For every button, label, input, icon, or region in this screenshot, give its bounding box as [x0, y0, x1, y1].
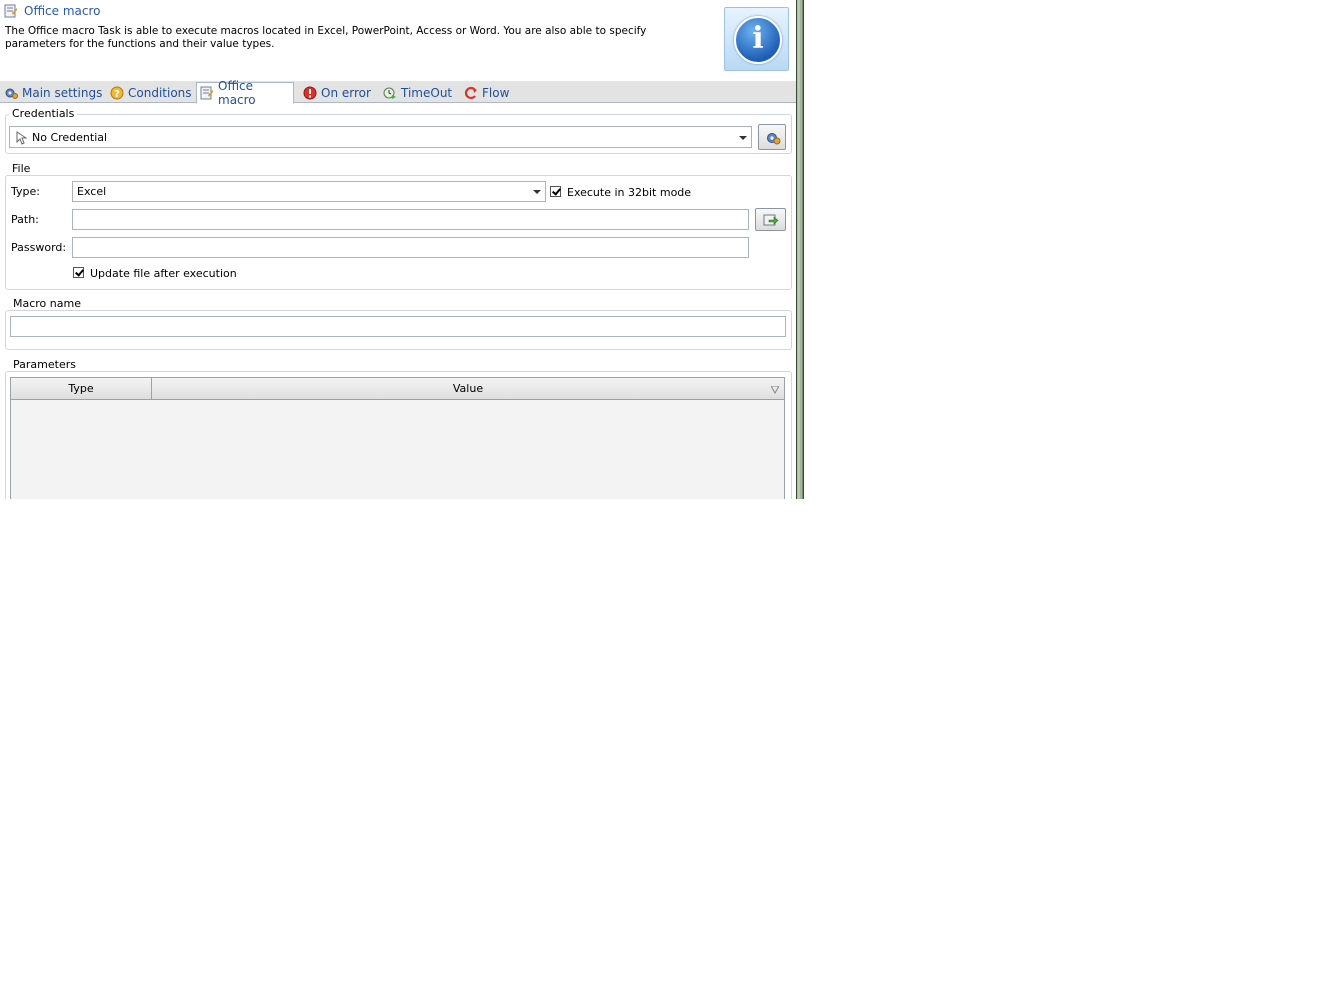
column-header-type[interactable]: Type: [11, 378, 152, 400]
password-input[interactable]: [72, 237, 749, 258]
flow-icon: [464, 86, 478, 100]
page-description: The Office macro Task is able to execute…: [5, 25, 647, 50]
update-file-checkbox[interactable]: [73, 267, 84, 278]
credentials-label: Credentials: [9, 107, 78, 120]
task-window: Office macro The Office macro Task is ab…: [0, 0, 796, 499]
chevron-down-icon: [533, 190, 541, 194]
execute-32bit-checkbox[interactable]: [550, 186, 561, 197]
path-input[interactable]: [72, 209, 749, 230]
question-icon: ?: [110, 86, 124, 100]
tab-office-macro[interactable]: Office macro: [196, 79, 294, 107]
cursor-icon: [16, 131, 28, 148]
path-label: Path:: [11, 213, 39, 226]
type-select[interactable]: Excel: [72, 181, 546, 202]
type-label: Type:: [11, 185, 40, 198]
password-label: Password:: [11, 241, 67, 254]
column-header-value[interactable]: Value: [152, 378, 784, 400]
info-icon: i: [724, 7, 789, 71]
tab-timeout[interactable]: TimeOut: [383, 83, 452, 102]
gear-icon: [765, 130, 781, 149]
svg-text:?: ?: [114, 89, 120, 100]
execute-32bit-label: Execute in 32bit mode: [567, 186, 692, 199]
macro-icon: [200, 86, 214, 100]
parameters-grid[interactable]: Type Value: [10, 377, 785, 499]
macro-name-input[interactable]: [10, 316, 786, 337]
page-title: Office macro: [24, 4, 101, 18]
window-splitter[interactable]: [796, 0, 804, 499]
tab-bar: Main settings ? Conditions Office macro …: [0, 79, 796, 107]
macro-icon: [4, 4, 18, 18]
filter-icon[interactable]: [770, 384, 780, 397]
gear-icon: [4, 86, 18, 100]
parameters-label: Parameters: [10, 358, 79, 371]
error-icon: [303, 86, 317, 100]
tab-conditions[interactable]: ? Conditions: [110, 83, 192, 102]
chevron-down-icon: [739, 136, 747, 140]
update-file-label: Update file after execution: [90, 267, 237, 280]
tab-main-settings[interactable]: Main settings: [4, 83, 102, 102]
tab-flow[interactable]: Flow: [464, 83, 509, 102]
macro-name-label: Macro name: [10, 297, 84, 310]
browse-file-button[interactable]: [755, 208, 786, 231]
credential-manage-button[interactable]: [758, 124, 786, 150]
timeout-icon: [383, 86, 397, 100]
tab-on-error[interactable]: On error: [303, 83, 371, 102]
open-file-icon: [763, 212, 779, 230]
credential-select[interactable]: No Credential: [9, 126, 752, 148]
file-label: File: [9, 162, 34, 175]
